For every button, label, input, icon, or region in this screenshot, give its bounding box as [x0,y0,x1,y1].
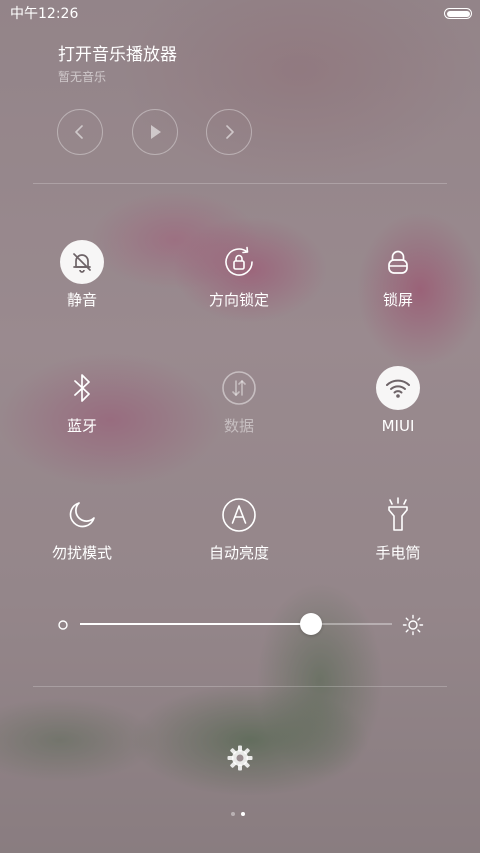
toggle-label: 静音 [66,291,97,309]
previous-button[interactable] [57,109,103,155]
next-button[interactable] [206,109,252,155]
toggle-label: MIUI [381,417,415,435]
toggle-label: 数据 [223,417,254,435]
brightness-low-icon [58,620,68,630]
toggle-circle [60,493,104,537]
brightness-high-icon [402,614,424,636]
toggle-circle [60,240,104,284]
toggle-circle [376,366,420,410]
divider-top [33,183,447,184]
toggle-circle [376,240,420,284]
wifi-icon [386,379,410,398]
music-subtitle: 暂无音乐 [58,70,107,84]
mobile-data-icon [222,371,256,405]
music-title[interactable]: 打开音乐播放器 [58,43,177,67]
toggle-mobile-data[interactable]: 数据 [184,366,294,456]
toggle-mute[interactable]: 静音 [27,240,137,330]
mute-bell-icon [73,253,91,273]
toggle-auto-brightness[interactable]: 自动亮度 [184,493,294,583]
toggle-label: 蓝牙 [66,417,97,435]
toggle-lock-screen[interactable]: 锁屏 [343,240,453,330]
bluetooth-icon [74,374,90,402]
gear-icon [227,745,253,771]
page-dot [241,812,245,816]
toggle-label: 勿扰模式 [51,544,112,562]
toggle-circle [217,240,261,284]
toggle-label: 自动亮度 [208,544,269,562]
brightness-slider[interactable] [80,613,392,635]
divider-bottom [33,686,447,687]
toggle-circle [217,493,261,537]
toggle-label: 手电筒 [375,544,421,562]
status-time: 中午12:26 [10,6,79,22]
brightness-slider-thumb[interactable] [299,613,322,635]
toggle-circle [376,493,420,537]
previous-icon [75,125,83,139]
toggle-label: 锁屏 [382,291,413,309]
toggle-bluetooth[interactable]: 蓝牙 [27,366,137,456]
toggle-wifi[interactable]: MIUI [343,366,453,456]
brightness-slider-fill [80,623,311,625]
toggle-label: 方向锁定 [208,291,269,309]
toggle-rotation-lock[interactable]: 方向锁定 [184,240,294,330]
settings-button[interactable] [226,744,254,772]
play-icon [151,125,161,139]
play-button[interactable] [132,109,178,155]
control-center-screen: 中午12:26 打开音乐播放器 暂无音乐 静音 方向锁定 锁屏 蓝牙 数据 MI… [0,0,480,853]
page-indicator [231,812,251,818]
next-icon [226,125,234,139]
toggle-circle [60,366,104,410]
moon-icon [69,502,95,528]
flashlight-icon [388,497,408,531]
page-dot [231,812,235,816]
lock-icon [388,250,408,274]
rotation-lock-icon [225,246,253,276]
toggle-flashlight[interactable]: 手电筒 [343,493,453,583]
battery-fill [446,10,470,17]
toggle-circle [217,366,261,410]
battery-icon [444,8,472,19]
toggle-do-not-disturb[interactable]: 勿扰模式 [27,493,137,583]
auto-brightness-icon [222,498,256,532]
